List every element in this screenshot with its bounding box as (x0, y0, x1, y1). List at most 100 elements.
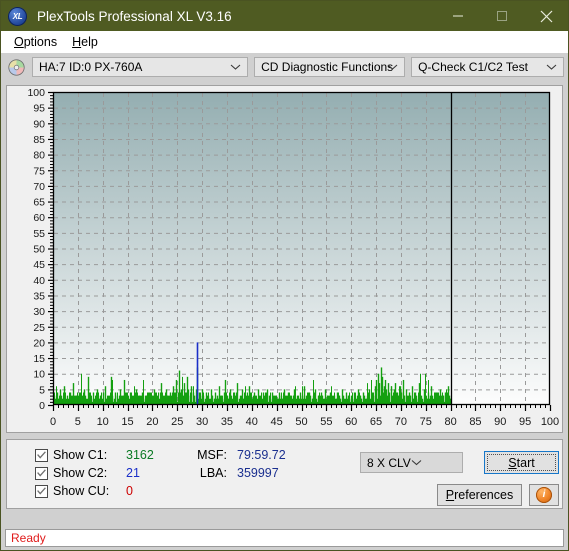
show-cu-value: 0 (126, 484, 133, 498)
svg-text:55: 55 (320, 416, 332, 428)
svg-text:40: 40 (246, 416, 258, 428)
svg-text:10: 10 (97, 416, 109, 428)
window-title: PlexTools Professional XL V3.16 (37, 8, 232, 24)
chart-canvas: 0510152025303540455055606570758085909510… (27, 87, 559, 428)
svg-text:10: 10 (33, 369, 45, 381)
lba-label: LBA: (199, 466, 227, 480)
test-select[interactable]: Q-Check C1/C2 Test (411, 57, 564, 77)
svg-text:30: 30 (33, 306, 45, 318)
svg-text:65: 65 (33, 197, 45, 209)
preferences-button-label: Preferences (445, 488, 514, 502)
controls-panel: Show C1: 3162 Show C2: 21 Show CU: 0 MSF… (6, 439, 563, 509)
status-bar: Ready (5, 529, 564, 547)
menu-item-help[interactable]: Help (65, 33, 106, 51)
show-c2-row[interactable]: Show C2: 21 (35, 466, 140, 480)
menu-help-accel: H (72, 35, 82, 49)
info-icon: i (536, 487, 552, 503)
svg-text:65: 65 (370, 416, 382, 428)
show-c1-row[interactable]: Show C1: 3162 (35, 448, 154, 462)
svg-text:90: 90 (494, 416, 506, 428)
svg-text:55: 55 (33, 228, 45, 240)
info-icon-label: i (542, 489, 546, 500)
svg-text:60: 60 (345, 416, 357, 428)
status-text: Ready (11, 531, 46, 545)
prefs-accel: P (445, 488, 455, 502)
drive-select[interactable]: HA:7 ID:0 PX-760A (32, 57, 249, 77)
chevron-down-icon (411, 460, 422, 466)
show-c1-label: Show C1: (53, 448, 108, 462)
checkmark-icon (37, 469, 46, 477)
maximize-button[interactable] (480, 1, 524, 31)
msf-value: 79:59.72 (237, 448, 286, 462)
start-accel: S (508, 455, 517, 470)
application-window: XL PlexTools Professional XL V3.16 Optio… (0, 0, 569, 551)
chevron-down-icon (230, 64, 241, 70)
app-logo-text: XL (12, 11, 23, 21)
msf-label: MSF: (197, 448, 227, 462)
menu-bar: Options Help (1, 31, 568, 53)
show-c2-label: Show C2: (53, 466, 108, 480)
function-select-value: CD Diagnostic Functions (261, 60, 394, 74)
svg-text:20: 20 (33, 337, 45, 349)
function-select[interactable]: CD Diagnostic Functions (254, 57, 406, 77)
show-cu-row[interactable]: Show CU: 0 (35, 484, 133, 498)
svg-text:70: 70 (33, 181, 45, 193)
minimize-button[interactable] (436, 1, 480, 31)
svg-text:90: 90 (33, 118, 45, 130)
lba-readout: LBA: 359997 (193, 466, 279, 480)
svg-text:0: 0 (50, 416, 56, 428)
svg-text:15: 15 (33, 353, 45, 365)
menu-options-rest: ptions (23, 35, 58, 49)
window-controls (436, 1, 568, 31)
svg-text:75: 75 (420, 416, 432, 428)
menu-item-options[interactable]: Options (7, 33, 65, 51)
show-cu-label: Show CU: (53, 484, 110, 498)
speed-select[interactable]: 8 X CLV (360, 452, 463, 473)
svg-text:15: 15 (121, 416, 133, 428)
show-c2-checkbox[interactable] (35, 466, 48, 480)
show-c2-value: 21 (126, 466, 140, 480)
menu-options-accel: O (14, 35, 24, 49)
preferences-button[interactable]: Preferences (437, 484, 522, 506)
svg-text:80: 80 (444, 416, 456, 428)
error-rate-chart: 0 5 10 15 20 25 30 35 40 45 50 55 60 65 70 75 80 85 90 95 10… (6, 85, 563, 433)
optical-disc-icon (8, 58, 25, 76)
svg-text:0: 0 (39, 400, 45, 412)
svg-text:35: 35 (221, 416, 233, 428)
close-button[interactable] (524, 1, 568, 31)
svg-text:30: 30 (196, 416, 208, 428)
svg-text:35: 35 (33, 290, 45, 302)
menu-help-rest: elp (81, 35, 98, 49)
test-select-value: Q-Check C1/C2 Test (418, 60, 528, 74)
app-logo-icon: XL (8, 6, 27, 26)
lba-value: 359997 (237, 466, 279, 480)
checkmark-icon (37, 487, 46, 495)
show-c1-value: 3162 (126, 448, 154, 462)
start-button[interactable]: Start (484, 451, 559, 474)
svg-text:95: 95 (519, 416, 531, 428)
svg-text:45: 45 (33, 259, 45, 271)
drive-select-value: HA:7 ID:0 PX-760A (39, 60, 143, 74)
title-bar: XL PlexTools Professional XL V3.16 (1, 1, 568, 31)
svg-text:75: 75 (33, 165, 45, 177)
svg-text:70: 70 (395, 416, 407, 428)
toolbar: HA:7 ID:0 PX-760A CD Diagnostic Function… (1, 53, 568, 81)
svg-text:85: 85 (469, 416, 481, 428)
svg-text:100: 100 (27, 87, 45, 99)
svg-text:5: 5 (75, 416, 81, 428)
chevron-down-icon (546, 64, 557, 70)
show-cu-checkbox[interactable] (35, 484, 48, 498)
svg-text:85: 85 (33, 134, 45, 146)
start-button-label: Start (508, 455, 535, 470)
info-button[interactable]: i (529, 484, 559, 506)
svg-text:45: 45 (271, 416, 283, 428)
svg-text:95: 95 (33, 103, 45, 115)
speed-select-value: 8 X CLV (367, 455, 411, 470)
svg-text:50: 50 (295, 416, 307, 428)
svg-text:60: 60 (33, 212, 45, 224)
svg-text:20: 20 (146, 416, 158, 428)
show-c1-checkbox[interactable] (35, 448, 48, 462)
checkmark-icon (37, 451, 46, 459)
svg-text:50: 50 (33, 244, 45, 256)
svg-text:80: 80 (33, 150, 45, 162)
